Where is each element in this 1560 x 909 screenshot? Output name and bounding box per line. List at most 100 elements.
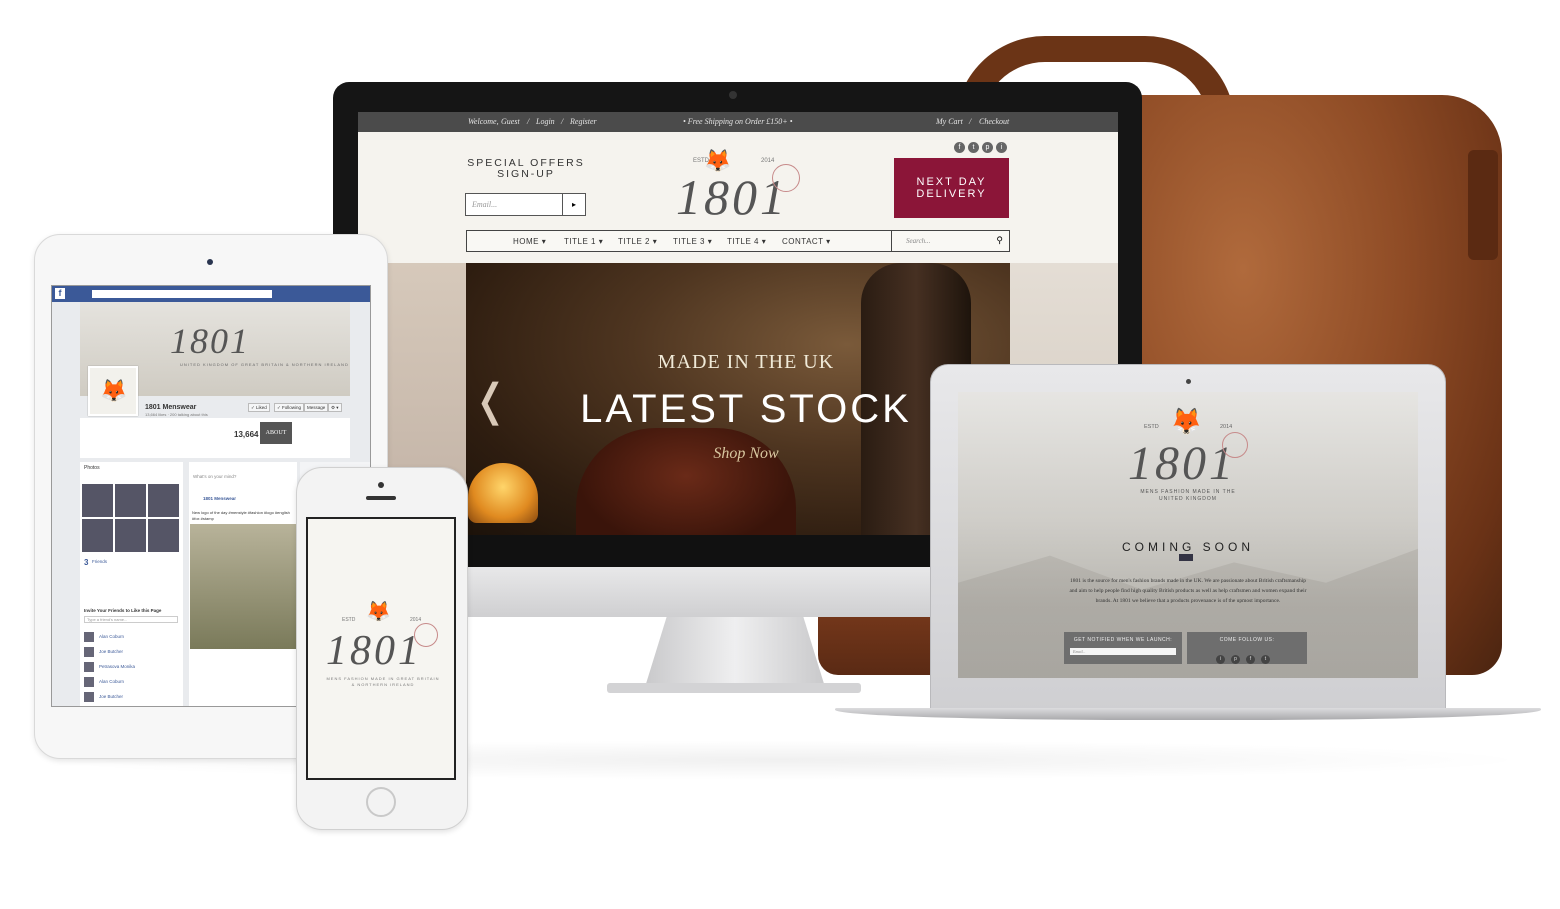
message-button[interactable]: Message: [304, 403, 329, 412]
offers-line2: SIGN-UP: [497, 168, 555, 180]
notify-email-input[interactable]: Email...: [1070, 648, 1176, 655]
imac-camera: [729, 91, 737, 99]
friend-row[interactable]: Petrasova Monika: [84, 662, 135, 672]
facebook-search-input[interactable]: [92, 290, 272, 298]
subtitle-line1: MENS FASHION MADE IN THE: [1140, 489, 1236, 495]
facebook-icon[interactable]: f: [954, 142, 965, 153]
imac-stand: [645, 617, 825, 687]
logo-est: ESTD: [1144, 424, 1159, 430]
iphone-speaker: [366, 496, 396, 500]
fox-icon: 🦊: [100, 378, 128, 403]
login-link[interactable]: Login: [536, 117, 555, 126]
briefcase-strap: [1468, 150, 1498, 260]
page-info-bar: [80, 418, 350, 458]
friend-row[interactable]: Joe Butcher: [84, 647, 123, 657]
nav-home[interactable]: HOME ▾: [513, 237, 546, 246]
invite-input[interactable]: Type a friend's name...: [84, 616, 178, 623]
nav-title-1[interactable]: TITLE 1 ▾: [564, 237, 603, 246]
union-flag-icon: [1179, 554, 1193, 561]
subtitle-line2: UNITED KINGDOM: [1159, 496, 1217, 502]
iphone-camera: [378, 482, 384, 488]
settings-button[interactable]: ⚙ ▾: [328, 403, 342, 412]
pinterest-icon[interactable]: p: [982, 142, 993, 153]
post-text: New logo of the day #menstyle #fashion #…: [192, 510, 290, 521]
avatar: [84, 632, 94, 642]
nav-title-3[interactable]: TITLE 3 ▾: [673, 237, 712, 246]
pinterest-icon[interactable]: p: [1231, 655, 1240, 664]
welcome-text: Welcome,: [468, 117, 499, 126]
invite-label: Invite Your Friends to Like this Page: [84, 608, 162, 613]
stamp-icon: [414, 623, 438, 647]
photo-thumb[interactable]: [115, 484, 146, 517]
post-author[interactable]: 1801 Menswear: [203, 496, 236, 501]
friend-row[interactable]: Joe Butcher: [84, 692, 123, 702]
instagram-icon[interactable]: i: [1216, 655, 1225, 664]
guest-text: Guest: [501, 117, 520, 126]
search-placeholder: Search...: [906, 237, 931, 245]
shop-now-link[interactable]: Shop Now: [466, 445, 1010, 463]
chevron-down-icon: ▾: [541, 237, 547, 246]
logo-subtitle: MENS FASHION MADE IN GREAT BRITAIN & NOR…: [324, 676, 442, 688]
photo-thumb[interactable]: [82, 519, 113, 552]
follow-icons: ipft: [1216, 647, 1276, 665]
register-link[interactable]: Register: [570, 117, 597, 126]
site-search-input[interactable]: Search... ⚲: [891, 231, 1011, 251]
macbook-camera: [1186, 379, 1191, 384]
following-button[interactable]: ✓ Following: [274, 403, 305, 412]
avatar: [84, 692, 94, 702]
friend-row[interactable]: Alan Coburn: [84, 632, 124, 642]
hero-subtitle: MADE IN THE UK: [657, 351, 835, 373]
logo-year: 2014: [410, 617, 422, 623]
nav-title-2[interactable]: TITLE 2 ▾: [618, 237, 657, 246]
post-image[interactable]: [190, 524, 296, 649]
likes-count[interactable]: 13,664: [234, 430, 258, 439]
photos-label[interactable]: Photos: [84, 465, 100, 471]
photo-thumb[interactable]: [115, 519, 146, 552]
hero-bottom-strip: [466, 535, 1010, 567]
site-logo: 1801: [326, 628, 422, 674]
photo-thumb[interactable]: [148, 519, 179, 552]
cover-logo: 1801: [170, 321, 250, 361]
nav-title-4[interactable]: TITLE 4 ▾: [727, 237, 766, 246]
photo-thumb[interactable]: [82, 484, 113, 517]
search-icon[interactable]: ⚲: [996, 235, 1003, 246]
friend-row[interactable]: Alan Coburn: [84, 677, 124, 687]
chevron-down-icon: ▾: [707, 237, 713, 246]
next-day-line1: NEXT DAY: [916, 176, 987, 188]
top-bar: Welcome, Guest / Login / Register • Free…: [358, 112, 1118, 132]
logo-est: ESTD: [342, 617, 356, 623]
separator: /: [561, 117, 564, 126]
logo-year: 2014: [1220, 424, 1233, 430]
email-placeholder: Email...: [1073, 649, 1086, 654]
about-tab[interactable]: ABOUT: [260, 422, 292, 444]
page-name[interactable]: 1801 Menswear: [145, 404, 196, 411]
twitter-icon[interactable]: t: [1261, 655, 1270, 664]
email-submit-button[interactable]: ▸: [562, 194, 585, 215]
fox-logo-icon: 🦊: [366, 601, 391, 623]
lamp-image: [468, 463, 538, 523]
logo-est: ESTD: [693, 158, 710, 164]
newsletter-email-input[interactable]: Email... ▸: [465, 193, 586, 216]
facebook-icon[interactable]: f: [1246, 655, 1255, 664]
email-placeholder: Email...: [472, 200, 498, 209]
cart-link[interactable]: My Cart: [936, 117, 963, 126]
photo-thumb[interactable]: [148, 484, 179, 517]
status-input[interactable]: What's on your mind?: [193, 474, 236, 479]
chevron-down-icon: ▾: [761, 237, 767, 246]
friends-label[interactable]: Friends: [92, 559, 107, 564]
checkout-link[interactable]: Checkout: [979, 117, 1009, 126]
ipad-camera: [207, 259, 213, 265]
cover-subtitle: UNITED KINGDOM OF GREAT BRITAIN & NORTHE…: [180, 362, 349, 367]
hero-slider[interactable]: ❬ MADE IN THE UK LATEST STOCK Shop Now: [466, 263, 1010, 535]
nav-contact[interactable]: CONTACT ▾: [782, 237, 831, 246]
home-button[interactable]: [366, 787, 396, 817]
notify-title: GET NOTIFIED WHEN WE LAUNCH:: [1073, 637, 1173, 643]
next-day-delivery-banner[interactable]: NEXT DAY DELIVERY: [894, 158, 1009, 218]
facebook-logo-icon[interactable]: f: [55, 288, 65, 299]
liked-button[interactable]: ✓ Liked: [248, 403, 270, 412]
about-text: 1801 is the source for men's fashion bra…: [1069, 578, 1307, 604]
instagram-icon[interactable]: i: [996, 142, 1007, 153]
profile-picture[interactable]: 🦊: [88, 366, 138, 416]
twitter-icon[interactable]: t: [968, 142, 979, 153]
follow-title: COME FOLLOW US:: [1219, 637, 1275, 643]
